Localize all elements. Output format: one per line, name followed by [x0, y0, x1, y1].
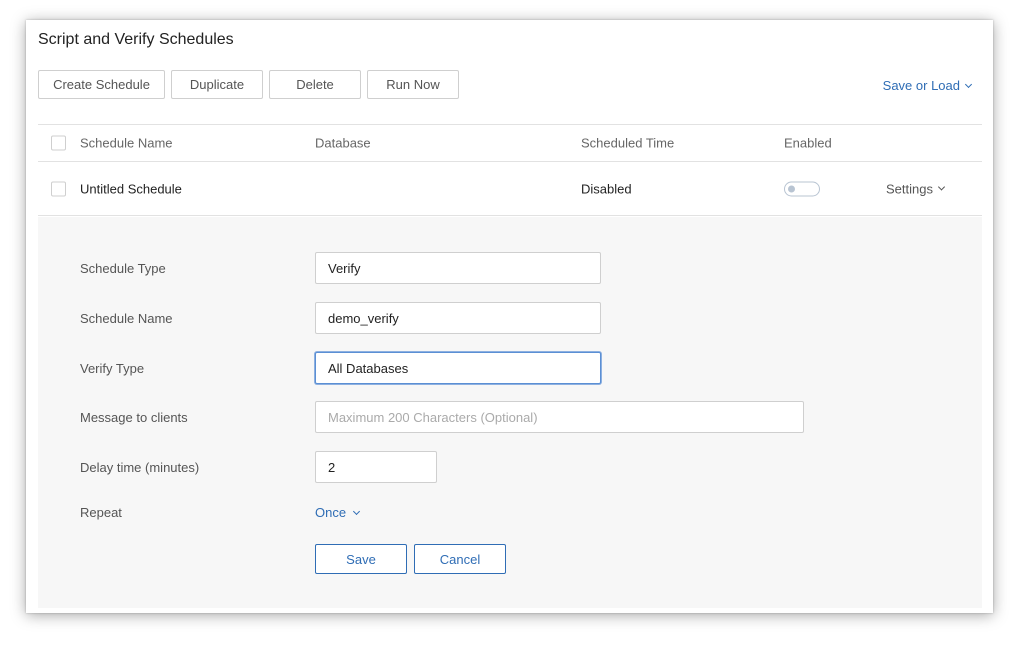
save-or-load-menu[interactable]: Save or Load [882, 78, 973, 93]
settings-menu[interactable]: Settings [886, 181, 946, 196]
save-or-load-label: Save or Load [882, 78, 960, 93]
delete-button[interactable]: Delete [269, 70, 361, 99]
save-button[interactable]: Save [315, 544, 407, 574]
select-all-checkbox[interactable] [51, 135, 66, 151]
row-schedule-name: Untitled Schedule [80, 181, 182, 196]
repeat-dropdown[interactable]: Once [315, 505, 361, 520]
column-header-scheduled-time: Scheduled Time [581, 135, 675, 151]
settings-label: Settings [886, 181, 933, 196]
schedule-type-label: Schedule Type [80, 261, 166, 276]
column-header-schedule-name: Schedule Name [80, 135, 173, 151]
row-checkbox[interactable] [51, 181, 66, 196]
enabled-toggle[interactable] [784, 181, 820, 196]
table-row[interactable]: Untitled Schedule Disabled Settings [38, 162, 982, 216]
chevron-down-icon [964, 80, 973, 88]
create-schedule-button[interactable]: Create Schedule [38, 70, 165, 99]
delay-time-label: Delay time (minutes) [80, 460, 200, 475]
verify-type-field[interactable] [315, 352, 601, 384]
message-to-clients-field[interactable] [315, 401, 804, 433]
row-scheduled-time: Disabled [581, 181, 632, 196]
table-header: Schedule Name Database Scheduled Time En… [38, 124, 982, 162]
schedule-name-field[interactable] [315, 302, 601, 334]
duplicate-button[interactable]: Duplicate [171, 70, 263, 99]
repeat-label: Repeat [80, 505, 122, 520]
column-header-database: Database [315, 135, 371, 151]
toggle-knob [788, 185, 795, 192]
schedule-settings-panel: Schedule Type Schedule Name Verify Type … [38, 217, 982, 608]
page-title: Script and Verify Schedules [38, 31, 234, 48]
verify-type-label: Verify Type [80, 361, 145, 376]
message-label: Message to clients [80, 410, 188, 425]
repeat-value: Once [315, 505, 347, 520]
chevron-down-icon [353, 507, 361, 515]
schedules-table: Schedule Name Database Scheduled Time En… [38, 124, 982, 216]
schedule-type-field[interactable] [315, 252, 601, 284]
schedules-window: Script and Verify Schedules Create Sched… [26, 20, 993, 613]
schedule-name-label: Schedule Name [80, 311, 173, 326]
run-now-button[interactable]: Run Now [367, 70, 459, 99]
chevron-down-icon [937, 183, 946, 191]
column-header-enabled: Enabled [784, 135, 832, 151]
delay-time-field[interactable] [315, 451, 437, 483]
cancel-button[interactable]: Cancel [414, 544, 506, 574]
